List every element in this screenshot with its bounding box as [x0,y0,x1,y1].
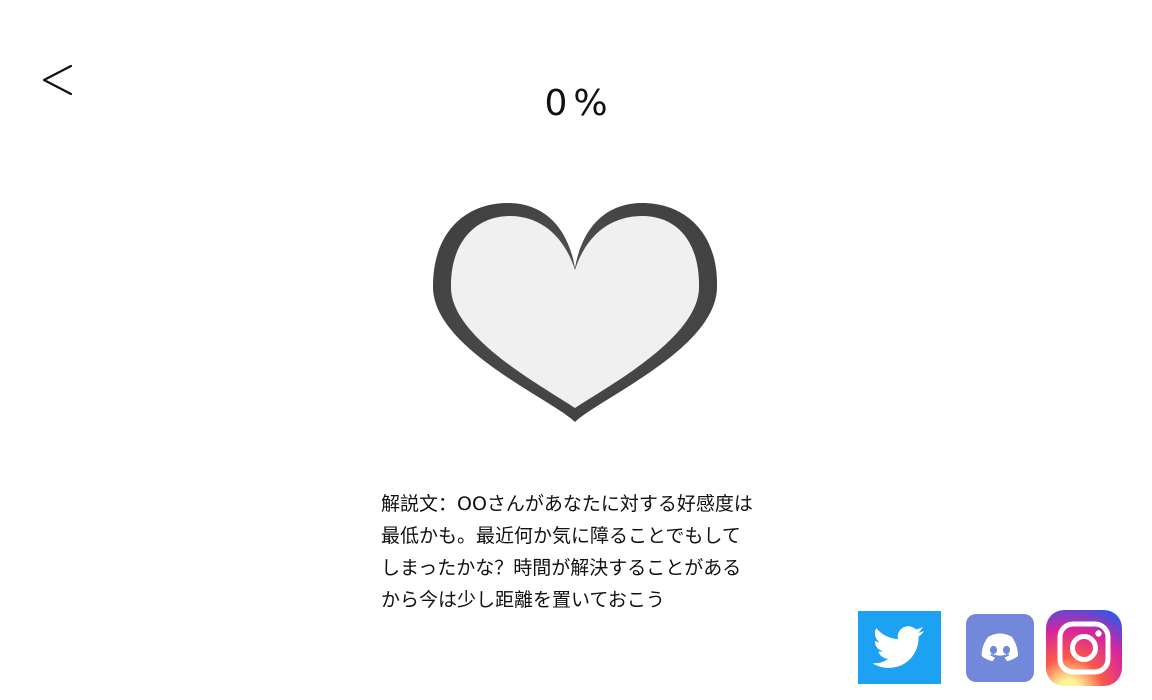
affinity-percent: 0% [0,82,1152,126]
description-text: 解説文：OOさんがあなたに対する好感度は 最低かも。最近何か気に障ることでもして… [381,493,753,611]
twitter-button[interactable] [858,611,941,684]
twitter-icon [858,611,941,684]
heart-icon [430,198,720,426]
instagram-button[interactable] [1046,610,1122,686]
page: 0% 解説文：OOさんがあなたに対する好感度は 最低かも。最近何か気に障ることで… [0,0,1152,700]
percent-sign: % [573,83,608,124]
discord-button[interactable] [966,614,1034,682]
discord-icon [966,614,1034,682]
instagram-icon [1046,610,1122,686]
percent-value: 0 [544,83,568,124]
